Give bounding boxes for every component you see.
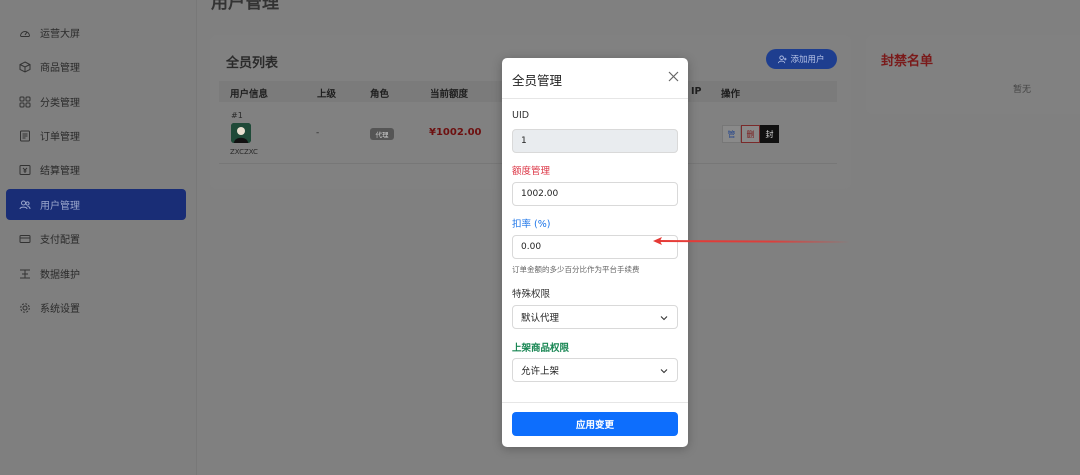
- sidebar-item-orders[interactable]: 订单管理: [6, 120, 186, 151]
- sidebar-item-label: 数据维护: [40, 270, 80, 281]
- database-icon: [19, 268, 31, 280]
- sidebar-item-label: 用户管理: [40, 201, 80, 212]
- sidebar-item-products[interactable]: 商品管理: [6, 51, 186, 82]
- ban-list-card: 封禁名单 暂无: [866, 35, 1080, 114]
- modal-title: 全员管理: [512, 73, 563, 88]
- sidebar-item-label: 商品管理: [40, 63, 80, 74]
- sidebar-item-label: 运营大屏: [40, 29, 80, 40]
- close-button[interactable]: [666, 69, 680, 83]
- add-user-label: 添加用户: [790, 55, 825, 65]
- add-user-button[interactable]: 添加用户: [766, 49, 837, 69]
- sidebar-item-label: 系统设置: [40, 304, 80, 315]
- ban-button[interactable]: 封: [760, 125, 779, 143]
- apply-changes-button[interactable]: 应用变更: [512, 412, 678, 436]
- column-header: IP: [691, 86, 702, 97]
- member-manage-modal: 全员管理 UID 1 额度管理 1002.00 扣率 (%) 0.00 订单金额…: [502, 58, 688, 447]
- sidebar-item-label: 支付配置: [40, 235, 80, 246]
- member-list-title: 全员列表: [226, 56, 279, 71]
- parent-value: -: [316, 128, 320, 138]
- annotation-arrow-icon: [653, 237, 850, 245]
- chevron-down-icon: [660, 314, 668, 322]
- sidebar-item-settlement[interactable]: 结算管理: [6, 154, 186, 185]
- current-amount: ¥1002.00: [429, 127, 482, 138]
- column-header: 角色: [370, 89, 390, 100]
- avatar: [231, 123, 251, 143]
- column-header: 当前额度: [430, 89, 469, 100]
- permission-value: 默认代理: [521, 313, 560, 324]
- listing-permission-value: 允许上架: [521, 366, 560, 377]
- uid-field[interactable]: 1: [512, 129, 678, 153]
- manage-button[interactable]: 管: [722, 125, 741, 143]
- column-header: 用户信息: [230, 89, 269, 100]
- role-badge: 代理: [370, 128, 394, 140]
- sidebar-item-label: 分类管理: [40, 98, 80, 109]
- quota-input[interactable]: 1002.00: [512, 182, 678, 206]
- rate-help-text: 订单金额的多少百分比作为平台手续费: [512, 265, 640, 274]
- gear-icon: [19, 302, 31, 314]
- card-icon: [19, 233, 31, 245]
- modal-header-divider: [502, 98, 688, 99]
- uid-label: UID: [512, 110, 530, 121]
- listing-permission-label: 上架商品权限: [512, 343, 570, 354]
- permission-select[interactable]: 默认代理: [512, 305, 678, 329]
- sidebar-item-dashboard[interactable]: 运营大屏: [6, 17, 186, 48]
- quota-label: 额度管理: [512, 166, 551, 177]
- column-header: 操作: [721, 89, 741, 100]
- users-icon: [19, 199, 31, 211]
- listing-permission-select[interactable]: 允许上架: [512, 358, 678, 382]
- rate-label: 扣率 (%): [512, 219, 551, 230]
- sidebar-item-payment[interactable]: 支付配置: [6, 223, 186, 254]
- delete-button[interactable]: 删: [741, 125, 760, 143]
- sidebar-item-categories[interactable]: 分类管理: [6, 86, 186, 117]
- settlement-icon: [19, 164, 31, 176]
- sidebar-item-data[interactable]: 数据维护: [6, 258, 186, 289]
- sidebar-item-label: 订单管理: [40, 132, 80, 143]
- row-actions: 管 删 封: [722, 125, 779, 143]
- sidebar: 运营大屏 商品管理 分类管理 订单管理 结算管理 用户管理 支付配置 数据维护 …: [0, 0, 197, 475]
- close-icon: [668, 71, 678, 81]
- ban-list-empty: 暂无: [1013, 85, 1032, 95]
- add-user-icon: [778, 54, 788, 64]
- permission-label: 特殊权限: [512, 289, 551, 300]
- user-name: ZXCZXC: [230, 148, 258, 156]
- page-title: 用户管理: [211, 0, 279, 13]
- sidebar-item-settings[interactable]: 系统设置: [6, 292, 186, 323]
- grid-icon: [19, 96, 31, 108]
- user-id: #1: [231, 111, 243, 120]
- dashboard-icon: [19, 27, 31, 39]
- sidebar-item-label: 结算管理: [40, 166, 80, 177]
- ban-list-title: 封禁名单: [881, 54, 934, 69]
- chevron-down-icon: [660, 367, 668, 375]
- receipt-icon: [19, 130, 31, 142]
- column-header: 上级: [317, 89, 337, 100]
- box-icon: [19, 60, 31, 73]
- modal-footer-divider: [502, 402, 688, 403]
- sidebar-item-users[interactable]: 用户管理: [6, 189, 186, 220]
